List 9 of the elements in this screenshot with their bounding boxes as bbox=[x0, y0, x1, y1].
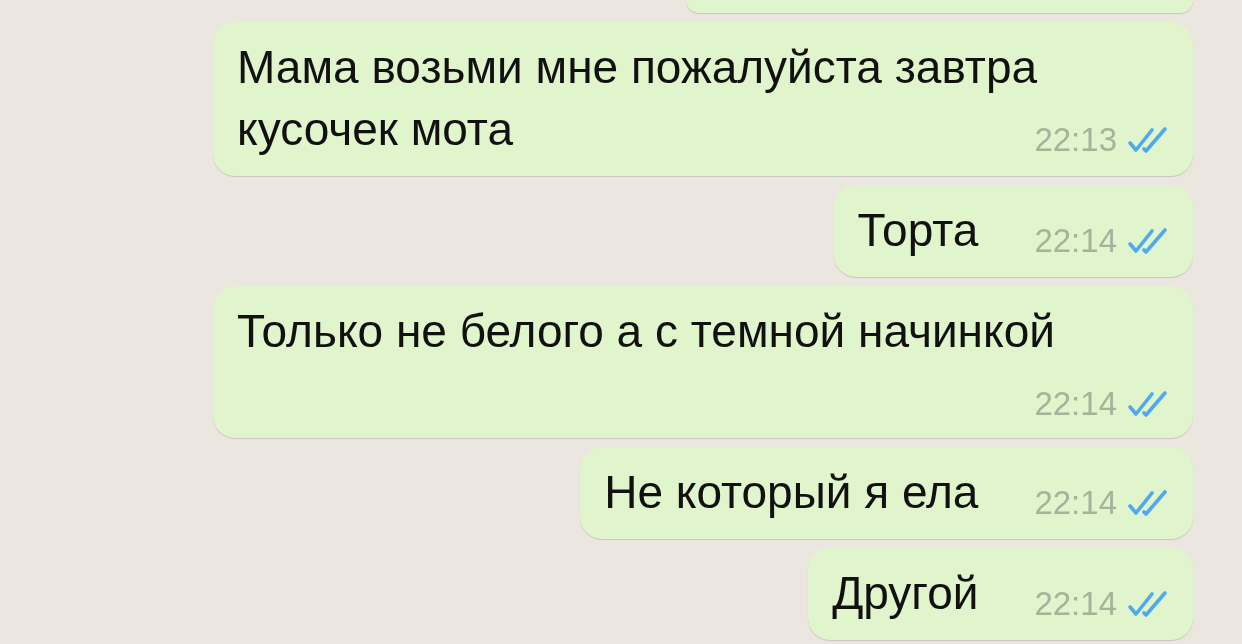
message-time: 22:14 bbox=[1034, 386, 1117, 422]
message-text: Торта bbox=[857, 204, 979, 256]
message-time: 22:13 bbox=[1034, 122, 1117, 158]
message-time: 22:14 bbox=[1034, 586, 1117, 622]
message-time: 22:14 bbox=[1034, 223, 1117, 259]
message-text: Другой bbox=[832, 567, 979, 619]
message-text: Не который я ела bbox=[604, 466, 979, 518]
message-time: 22:14 bbox=[1034, 485, 1117, 521]
message-text: Только не белого а с темной начинкой bbox=[237, 305, 1055, 357]
